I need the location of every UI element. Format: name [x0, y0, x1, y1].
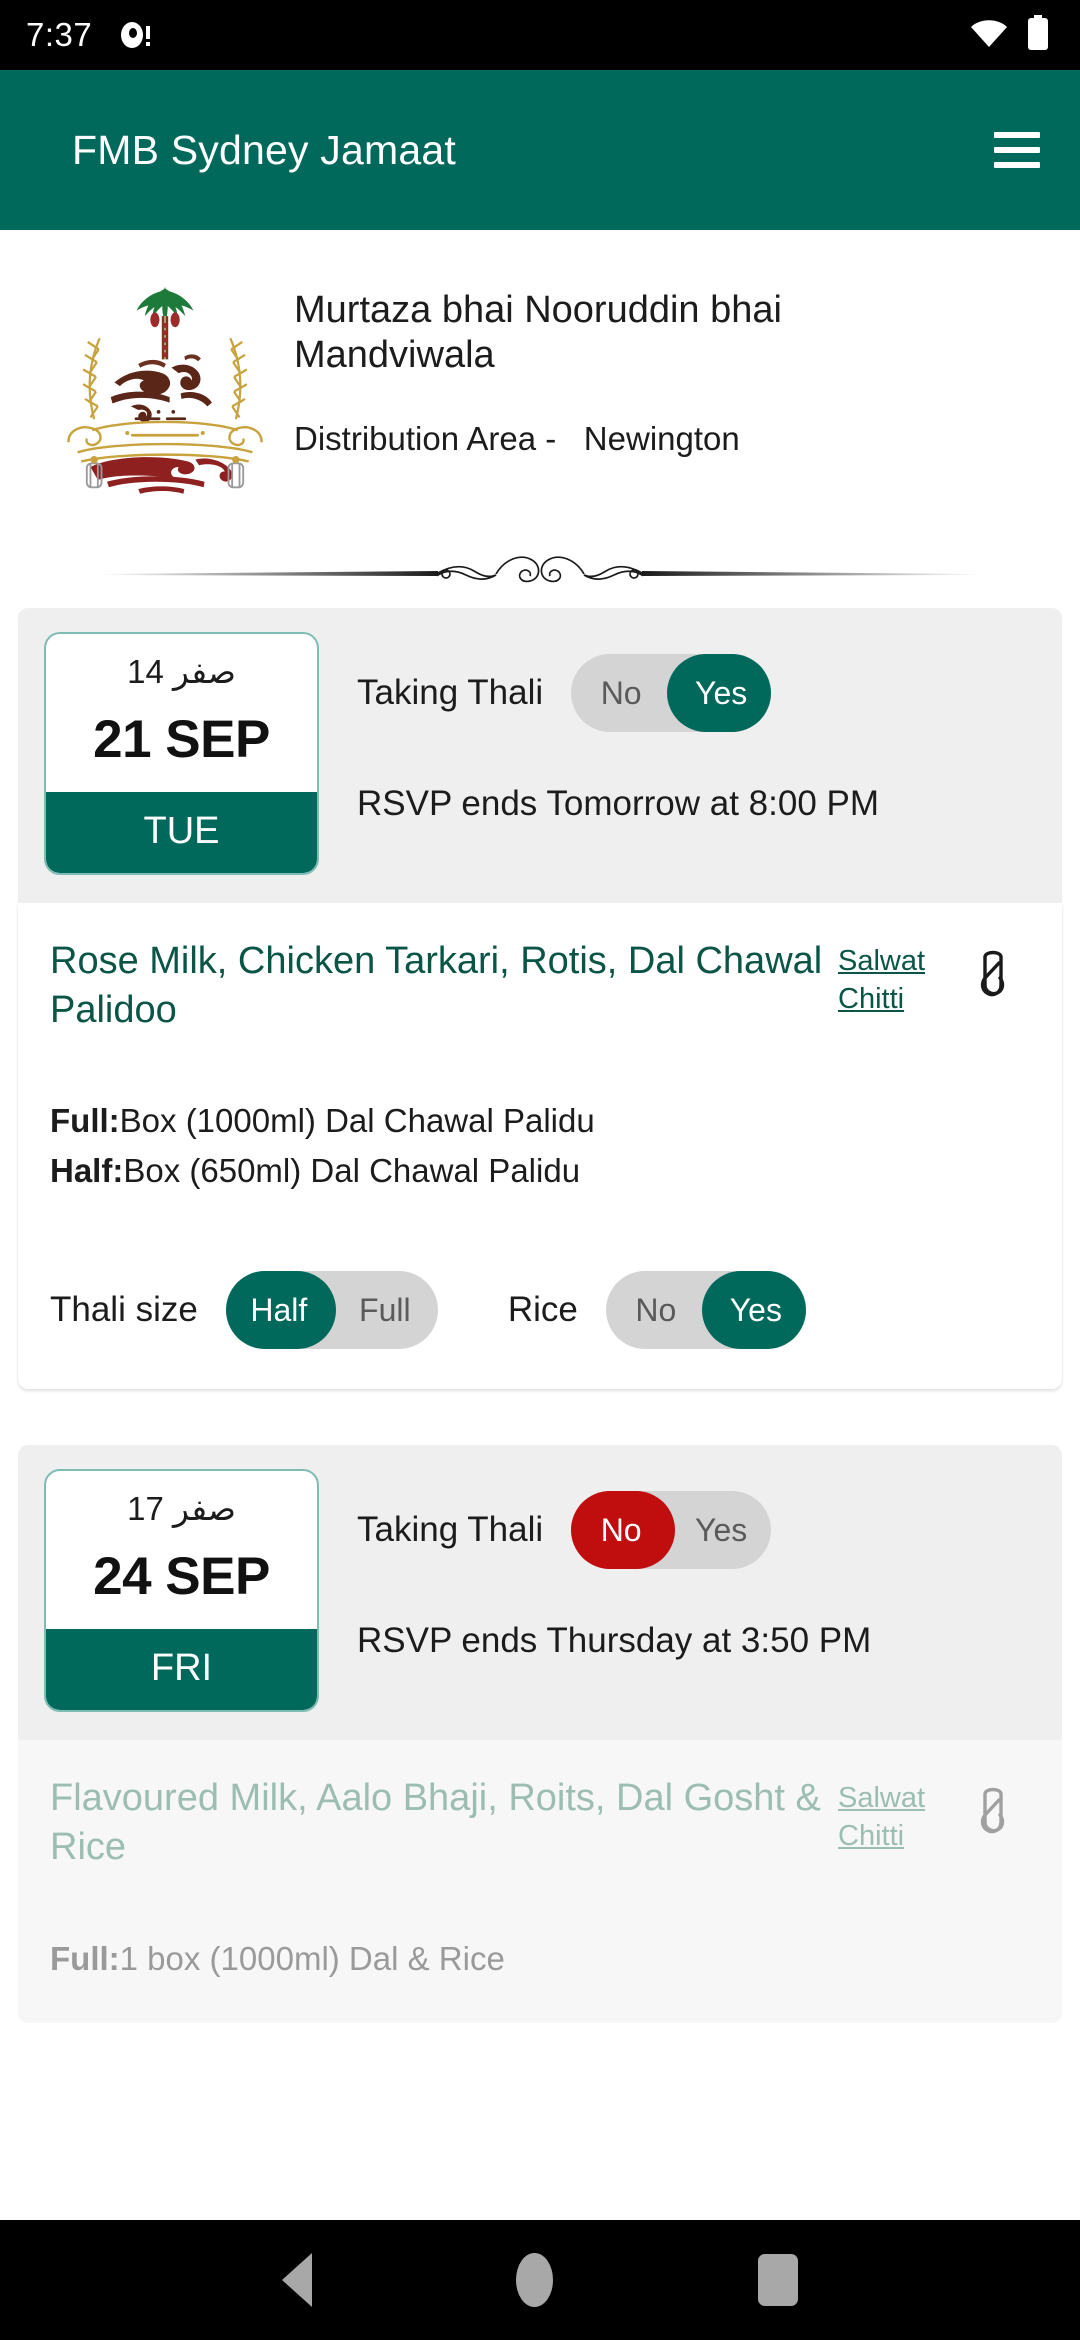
portions-list: Full:1 box (1000ml) Dal & Rice: [50, 1934, 1030, 1984]
hamburger-menu-icon[interactable]: [994, 122, 1040, 178]
paperclip-icon[interactable]: [956, 937, 1030, 1001]
rice-label: Rice: [507, 1290, 578, 1330]
ornamental-flourish-divider: [0, 538, 1080, 608]
salwat-chitti-link[interactable]: Salwat Chitti: [838, 937, 956, 1018]
taking-thali-toggle[interactable]: No Yes: [571, 1491, 772, 1570]
day-header: صفر 17 24 SEP FRI Taking Thali No Yes RS…: [18, 1445, 1062, 1741]
toggle-option-no[interactable]: No: [571, 1512, 671, 1549]
menu-body: Flavoured Milk, Aalo Bhaji, Roits, Dal G…: [18, 1740, 1062, 2023]
status-bar: 7:37: [0, 0, 1080, 70]
fmb-burhani-logo: [40, 266, 290, 502]
paperclip-icon[interactable]: [956, 1774, 1030, 1838]
taking-thali-label: Taking Thali: [357, 1510, 544, 1550]
rsvp-deadline: RSVP ends Thursday at 3:50 PM: [357, 1621, 872, 1661]
rice-group: Rice No Yes: [507, 1271, 806, 1350]
day-header: صفر 14 21 SEP TUE Taking Thali No Yes RS…: [18, 608, 1062, 903]
member-name: Murtaza bhai Nooruddin bhai Mandviwala: [294, 289, 782, 376]
gregorian-date: 21 SEP: [93, 710, 270, 769]
battery-icon: [1026, 14, 1050, 56]
menu-title: Rose Milk, Chicken Tarkari, Rotis, Dal C…: [50, 940, 823, 1031]
day-of-week: FRI: [46, 1629, 317, 1711]
wifi-icon: [970, 18, 1008, 53]
rice-toggle[interactable]: No Yes: [605, 1271, 806, 1350]
menu-options: Thali size Half Full Rice No Yes: [50, 1271, 1030, 1350]
status-bar-time: 7:37: [26, 16, 93, 53]
scroll-content[interactable]: Murtaza bhai Nooruddin bhai Mandviwala D…: [0, 230, 1080, 2220]
toggle-option-yes[interactable]: Yes: [706, 1292, 806, 1329]
rsvp-deadline: RSVP ends Tomorrow at 8:00 PM: [357, 784, 880, 823]
portion-value: Box (1000ml) Dal Chawal Palidu: [119, 1102, 595, 1140]
portion-label: Full:: [50, 1939, 120, 1977]
menu-title: Flavoured Milk, Aalo Bhaji, Roits, Dal G…: [50, 1777, 821, 1868]
portion-row: Full:1 box (1000ml) Dal & Rice: [50, 1934, 1030, 1984]
home-button[interactable]: [516, 2253, 554, 2307]
taking-thali-label: Taking Thali: [357, 673, 544, 712]
portion-label: Half:: [50, 1151, 124, 1189]
android-nav-bar: [0, 2220, 1080, 2340]
recents-button[interactable]: [757, 2254, 798, 2306]
thali-size-group: Thali size Half Full: [50, 1271, 438, 1350]
date-box: صفر 14 21 SEP TUE: [44, 632, 319, 875]
app-bar: FMB Sydney Jamaat: [0, 70, 1080, 230]
toggle-option-yes[interactable]: Yes: [671, 675, 771, 712]
day-of-week: TUE: [46, 792, 317, 873]
portion-value: 1 box (1000ml) Dal & Rice: [119, 1939, 505, 1977]
profile-section: Murtaza bhai Nooruddin bhai Mandviwala D…: [0, 230, 1080, 502]
distribution-area: Distribution Area - Newington: [294, 420, 1040, 458]
portions-list: Full:Box (1000ml) Dal Chawal Palidu Half…: [50, 1096, 1030, 1195]
gregorian-date: 24 SEP: [93, 1547, 270, 1607]
app-screen: 7:37 FMB Sydney Jamaat Murtaza bhai Noor…: [0, 0, 1080, 2340]
date-box: صفر 17 24 SEP FRI: [44, 1469, 319, 1713]
toggle-option-no[interactable]: No: [606, 1292, 706, 1329]
day-card: صفر 14 21 SEP TUE Taking Thali No Yes RS…: [18, 608, 1062, 1390]
back-button[interactable]: [282, 2253, 313, 2307]
toggle-option-no[interactable]: No: [571, 675, 671, 712]
toggle-option-full[interactable]: Full: [332, 1292, 438, 1329]
thali-size-toggle[interactable]: Half Full: [225, 1271, 438, 1350]
toggle-option-half[interactable]: Half: [226, 1292, 332, 1329]
page-title: FMB Sydney Jamaat: [72, 126, 456, 173]
day-card: صفر 17 24 SEP FRI Taking Thali No Yes RS…: [18, 1445, 1062, 2023]
distribution-area-label: Distribution Area -: [294, 419, 557, 457]
toggle-option-yes[interactable]: Yes: [671, 1512, 771, 1549]
portion-label: Full:: [50, 1102, 120, 1140]
taking-thali-toggle[interactable]: No Yes: [571, 654, 772, 732]
portion-row: Half:Box (650ml) Dal Chawal Palidu: [50, 1146, 1030, 1196]
thali-size-label: Thali size: [50, 1290, 198, 1330]
camera-notification-icon: [118, 18, 152, 52]
salwat-chitti-link[interactable]: Salwat Chitti: [838, 1774, 956, 1855]
distribution-area-value: Newington: [583, 419, 740, 457]
menu-body: Rose Milk, Chicken Tarkari, Rotis, Dal C…: [18, 903, 1062, 1390]
hijri-date: صفر 17: [127, 1490, 236, 1528]
portion-value: Box (650ml) Dal Chawal Palidu: [123, 1151, 581, 1189]
portion-row: Full:Box (1000ml) Dal Chawal Palidu: [50, 1096, 1030, 1146]
hijri-date: صفر 14: [127, 653, 236, 690]
